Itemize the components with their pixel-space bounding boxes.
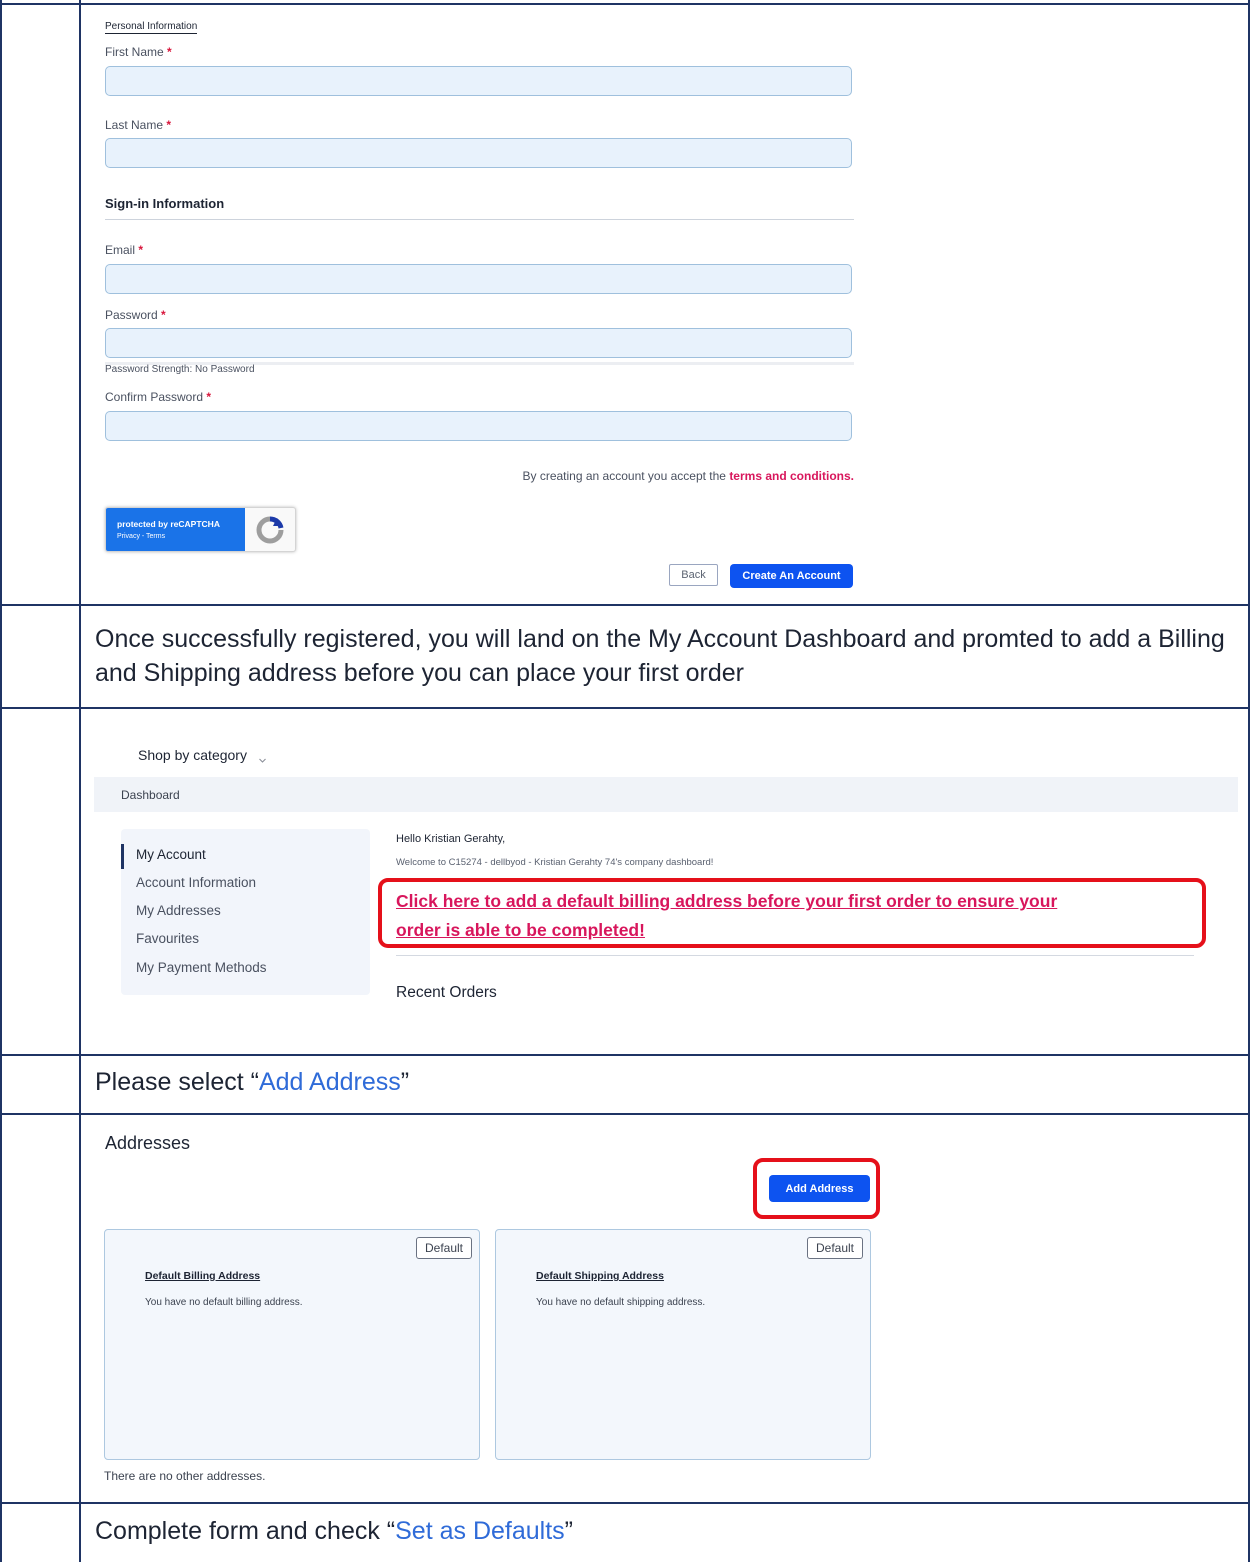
shipping-address-title: Default Shipping Address [536,1270,664,1282]
password-input[interactable] [105,328,852,358]
no-other-addresses: There are no other addresses. [104,1469,266,1483]
email-label: Email * [105,243,144,257]
chevron-down-icon [258,752,267,763]
billing-address-card: Default Default Billing Address You have… [104,1229,480,1460]
confirm-password-input[interactable] [105,411,852,441]
greeting: Hello Kristian Gerahty, [396,833,506,845]
first-name-input[interactable] [105,66,852,96]
shipping-address-text: You have no default shipping address. [536,1297,706,1308]
document-page: Personal Information First Name * Last N… [0,0,1250,1562]
table-border [0,1502,1250,1504]
recaptcha-badge[interactable]: protected by reCAPTCHA Privacy - Terms [105,507,296,552]
add-address-button[interactable]: Add Address [769,1175,870,1202]
sidebar-item-my-account[interactable]: My Account [136,847,206,862]
last-name-input[interactable] [105,138,852,168]
last-name-label: Last Name * [105,118,172,132]
instruction-text: Once successfully registered, you will l… [95,625,1225,687]
divider [396,955,1194,956]
addresses-title: Addresses [105,1133,191,1153]
confirm-password-label: Confirm Password * [105,390,212,404]
sidebar-item-account-information[interactable]: Account Information [136,875,256,890]
billing-address-alert-link[interactable]: Click here to add a default billing addr… [396,887,1057,945]
billing-address-title: Default Billing Address [145,1270,261,1282]
instruction-link: Set as Defaults [395,1517,565,1545]
instruction-text: Complete form and check “Set as Defaults… [95,1517,573,1545]
recaptcha-icon [255,516,285,544]
password-strength-text: Password Strength: No Password [105,364,255,375]
table-border [0,3,1250,5]
terms-notice: By creating an account you accept the te… [522,469,855,483]
welcome-message: Welcome to C15274 - dellbyod - Kristian … [396,857,714,868]
billing-address-text: You have no default billing address. [145,1297,303,1308]
recaptcha-text-panel: protected by reCAPTCHA Privacy - Terms [106,508,245,551]
instruction-link: Add Address [258,1068,401,1096]
default-badge[interactable]: Default [807,1237,863,1259]
recaptcha-text: protected by reCAPTCHA [117,519,220,529]
first-name-label: First Name * [105,45,172,59]
default-badge[interactable]: Default [416,1237,472,1259]
shop-by-category-menu[interactable]: Shop by category [138,747,267,763]
account-sidebar: My Account Account Information My Addres… [121,829,370,995]
section-divider [105,219,854,220]
signin-info-title: Sign-in Information [105,196,225,211]
terms-link[interactable]: terms and conditions. [729,469,854,483]
instruction-text: Please select “Add Address” [95,1068,410,1096]
password-label: Password * [105,308,166,322]
table-border [0,1054,1250,1056]
table-border [0,0,2,1562]
back-button[interactable]: Back [669,564,718,586]
sidebar-item-my-payment-methods[interactable]: My Payment Methods [136,960,267,975]
table-border [0,604,1250,606]
active-indicator [121,844,124,869]
email-input[interactable] [105,264,852,294]
table-border [79,0,81,1562]
breadcrumb[interactable]: Dashboard [121,788,180,802]
sidebar-item-my-addresses[interactable]: My Addresses [136,903,221,918]
recaptcha-links[interactable]: Privacy - Terms [117,533,165,540]
sidebar-item-favourites[interactable]: Favourites [136,931,199,946]
table-border [0,707,1250,709]
shipping-address-card: Default Default Shipping Address You hav… [495,1229,871,1460]
table-border [0,1113,1250,1115]
create-account-button[interactable]: Create An Account [730,564,853,588]
personal-info-title: Personal Information [105,21,198,34]
recent-orders-heading: Recent Orders [396,984,497,1001]
breadcrumb-bar: Dashboard [94,777,1238,812]
